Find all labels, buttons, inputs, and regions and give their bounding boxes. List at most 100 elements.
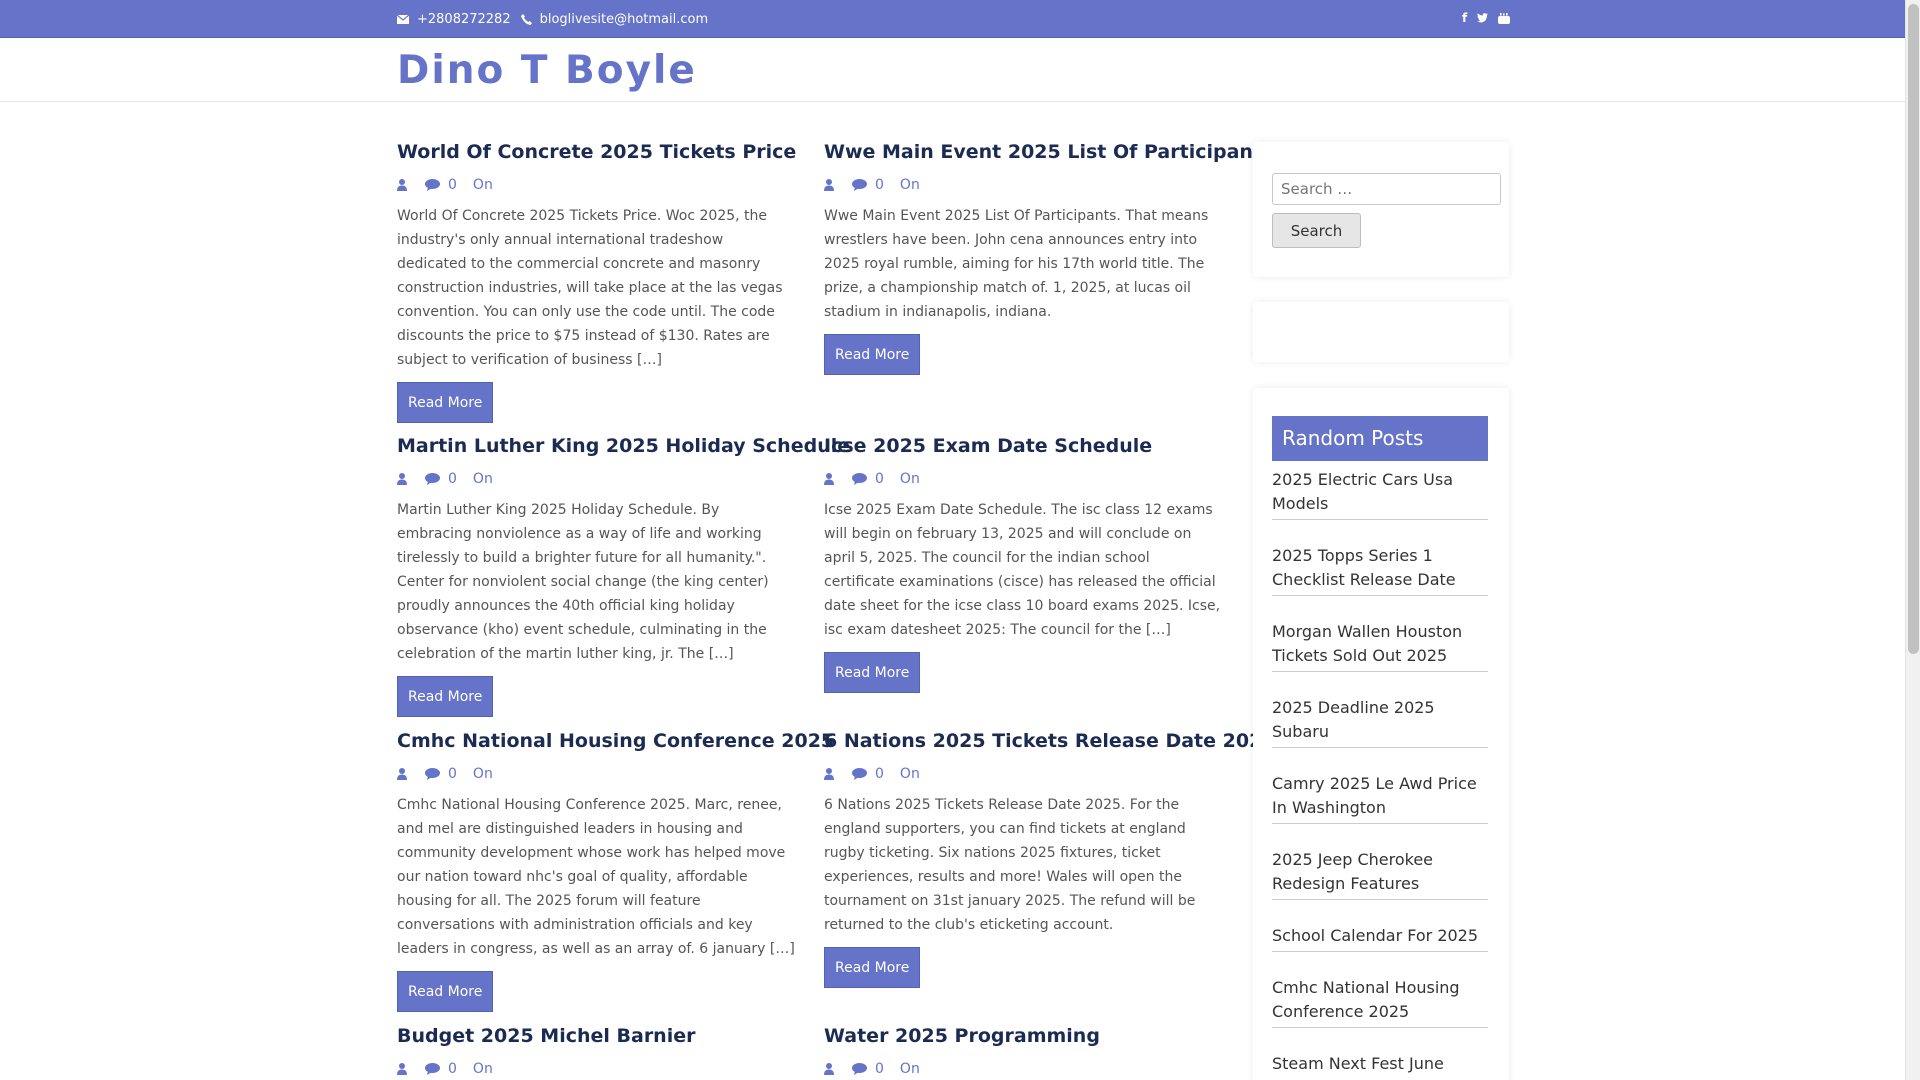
email-address[interactable]: bloglivesite@hotmail.com: [540, 12, 709, 27]
post-excerpt: Icse 2025 Exam Date Schedule. The isc cl…: [824, 502, 1221, 638]
user-icon: [824, 1063, 834, 1075]
comment-count[interactable]: 0: [875, 1061, 884, 1077]
comment-icon: [852, 473, 867, 485]
comment-count[interactable]: 0: [448, 1061, 457, 1077]
random-posts-list: 2025 Electric Cars Usa Models 2025 Topps…: [1272, 466, 1488, 1080]
comment-icon: [852, 179, 867, 191]
search-input[interactable]: [1272, 173, 1501, 205]
post-excerpt: World Of Concrete 2025 Tickets Price. Wo…: [397, 208, 783, 368]
comment-count[interactable]: 0: [875, 471, 884, 487]
post-title[interactable]: Cmhc National Housing Conference 2025: [397, 729, 834, 753]
post-date[interactable]: On: [473, 471, 493, 487]
random-post-link[interactable]: Camry 2025 Le Awd Price In Washington: [1272, 770, 1488, 824]
user-icon: [397, 473, 407, 485]
post-date[interactable]: On: [900, 177, 920, 193]
random-post-link[interactable]: 2025 Deadline 2025 Subaru: [1272, 694, 1488, 748]
post-date[interactable]: On: [473, 1061, 493, 1077]
comment-count[interactable]: 0: [875, 177, 884, 193]
post-card: Wwe Main Event 2025 List Of Participants…: [824, 140, 1273, 375]
post-meta: 0 On: [397, 470, 797, 488]
comment-count[interactable]: 0: [448, 766, 457, 782]
comment-icon: [425, 473, 440, 485]
post-card: World Of Concrete 2025 Tickets Price 0 O…: [397, 140, 797, 423]
post-excerpt: Cmhc National Housing Conference 2025. M…: [397, 797, 795, 957]
random-post-link[interactable]: 2025 Electric Cars Usa Models: [1272, 466, 1488, 520]
user-icon: [824, 179, 834, 191]
post-card: Martin Luther King 2025 Holiday Schedule…: [397, 434, 850, 717]
post-excerpt: Wwe Main Event 2025 List Of Participants…: [824, 208, 1209, 320]
random-post-link[interactable]: 2025 Topps Series 1 Checklist Release Da…: [1272, 542, 1488, 596]
post-meta: 0 On: [824, 470, 1224, 488]
comment-icon: [852, 1063, 867, 1075]
site-header: Dino T Boyle: [0, 38, 1905, 102]
user-icon: [824, 473, 834, 485]
read-more-button[interactable]: Read More: [397, 971, 494, 1012]
post-date[interactable]: On: [900, 766, 920, 782]
post-title[interactable]: Water 2025 Programming: [824, 1024, 1224, 1048]
post-title[interactable]: Wwe Main Event 2025 List Of Participants: [824, 140, 1273, 164]
post-meta: 0 On: [397, 1060, 797, 1078]
post-date[interactable]: On: [473, 177, 493, 193]
random-post-link[interactable]: Morgan Wallen Houston Tickets Sold Out 2…: [1272, 618, 1488, 672]
random-post-link[interactable]: Steam Next Fest June 2025 Games: [1272, 1050, 1488, 1080]
comment-icon: [425, 768, 440, 780]
post-date[interactable]: On: [900, 471, 920, 487]
post-meta: 0 On: [397, 176, 797, 194]
post-meta: 0 On: [824, 765, 1224, 783]
email-item: bloglivesite@hotmail.com: [520, 12, 709, 27]
post-card: Budget 2025 Michel Barnier 0 On: [397, 1024, 797, 1078]
search-button[interactable]: Search: [1272, 213, 1361, 248]
post-title[interactable]: Icse 2025 Exam Date Schedule: [824, 434, 1224, 458]
post-excerpt: 6 Nations 2025 Tickets Release Date 2025…: [824, 797, 1196, 933]
post-card: Water 2025 Programming 0 On: [824, 1024, 1224, 1078]
comment-count[interactable]: 0: [448, 177, 457, 193]
phone-icon: [520, 14, 532, 25]
random-posts-widget: Random Posts 2025 Electric Cars Usa Mode…: [1253, 388, 1509, 1080]
comment-icon: [852, 768, 867, 780]
post-meta: 0 On: [824, 176, 1224, 194]
post-title[interactable]: World Of Concrete 2025 Tickets Price: [397, 140, 797, 164]
read-more-button[interactable]: Read More: [397, 382, 494, 423]
read-more-button[interactable]: Read More: [824, 334, 921, 375]
user-icon: [397, 179, 407, 191]
post-meta: 0 On: [824, 1060, 1224, 1078]
youtube-icon[interactable]: [1498, 12, 1511, 24]
post-card: Cmhc National Housing Conference 2025 0 …: [397, 729, 834, 1012]
post-date[interactable]: On: [900, 1061, 920, 1077]
phone-item: +2808272282: [397, 12, 511, 27]
comment-count[interactable]: 0: [448, 471, 457, 487]
search-widget: Search: [1253, 142, 1509, 277]
post-date[interactable]: On: [473, 766, 493, 782]
phone-number[interactable]: +2808272282: [417, 12, 511, 27]
random-posts-title: Random Posts: [1272, 416, 1488, 461]
empty-widget: [1253, 302, 1509, 362]
twitter-icon[interactable]: [1477, 13, 1489, 23]
random-post-link[interactable]: School Calendar For 2025: [1272, 922, 1488, 952]
post-title[interactable]: 6 Nations 2025 Tickets Release Date 2025: [824, 729, 1276, 753]
comment-icon: [425, 1063, 440, 1075]
post-excerpt: Martin Luther King 2025 Holiday Schedule…: [397, 502, 769, 662]
random-post-link[interactable]: Cmhc National Housing Conference 2025: [1272, 974, 1488, 1028]
post-meta: 0 On: [397, 765, 797, 783]
page-scrollbar[interactable]: [1905, 0, 1920, 1080]
social-links: f: [1450, 11, 1511, 25]
user-icon: [397, 768, 407, 780]
read-more-button[interactable]: Read More: [824, 947, 921, 988]
post-card: 6 Nations 2025 Tickets Release Date 2025…: [824, 729, 1276, 988]
envelope-icon: [397, 15, 409, 24]
user-icon: [824, 768, 834, 780]
site-title[interactable]: Dino T Boyle: [397, 48, 697, 93]
random-post-link[interactable]: 2025 Jeep Cherokee Redesign Features: [1272, 846, 1488, 900]
read-more-button[interactable]: Read More: [397, 676, 494, 717]
facebook-icon[interactable]: f: [1462, 11, 1467, 25]
comment-icon: [425, 179, 440, 191]
post-title[interactable]: Budget 2025 Michel Barnier: [397, 1024, 797, 1048]
read-more-button[interactable]: Read More: [824, 652, 921, 693]
scrollbar-thumb[interactable]: [1908, 4, 1919, 654]
comment-count[interactable]: 0: [875, 766, 884, 782]
user-icon: [397, 1063, 407, 1075]
post-card: Icse 2025 Exam Date Schedule 0 On Icse 2…: [824, 434, 1224, 693]
top-bar: +2808272282 bloglivesite@hotmail.com f: [0, 0, 1905, 38]
contact-info: +2808272282 bloglivesite@hotmail.com: [397, 12, 718, 27]
post-title[interactable]: Martin Luther King 2025 Holiday Schedule: [397, 434, 850, 458]
